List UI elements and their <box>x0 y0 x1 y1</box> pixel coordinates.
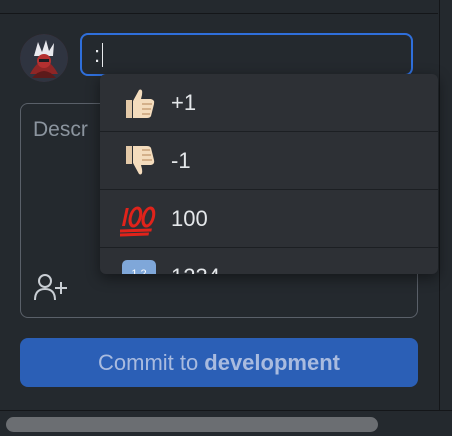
emoji-option-label: 100 <box>171 205 208 231</box>
hundred-points-emoji-icon <box>119 199 159 239</box>
emoji-option-minus-one[interactable]: -1 <box>100 132 438 190</box>
thumbs-up-emoji-icon <box>119 83 159 123</box>
emoji-option-1234[interactable]: 1 2 3 4 1234 <box>100 248 438 274</box>
emoji-option-label: 1234 <box>171 264 220 275</box>
commit-button-prefix: Commit to <box>98 349 199 375</box>
commit-button-branch: development <box>204 349 340 375</box>
avatar-image <box>20 34 68 82</box>
text-caret <box>102 43 104 67</box>
description-placeholder: Descr <box>33 118 88 141</box>
emoji-option-label: +1 <box>171 89 197 115</box>
thumbs-down-emoji-icon <box>119 141 159 181</box>
panel-right-border <box>439 0 440 410</box>
emoji-autocomplete-list: +1 -1 100 1 2 <box>100 74 438 274</box>
add-coauthor-icon[interactable] <box>33 272 69 302</box>
horizontal-scrollbar-thumb[interactable] <box>6 417 378 432</box>
svg-text:1 2: 1 2 <box>131 268 146 275</box>
commit-summary-value: : <box>94 42 101 67</box>
emoji-option-plus-one[interactable]: +1 <box>100 74 438 132</box>
emoji-option-label: -1 <box>171 147 191 173</box>
emoji-option-100[interactable]: 100 <box>100 190 438 248</box>
top-divider <box>0 0 438 14</box>
commit-panel: : Descr +1 -1 100 1 2 Commit to developm… <box>0 0 452 436</box>
input-numbers-emoji-icon: 1 2 3 4 <box>119 257 159 275</box>
commit-button[interactable]: Commit to development <box>20 338 418 387</box>
commit-summary-input[interactable]: : <box>80 33 413 76</box>
avatar <box>20 34 68 82</box>
